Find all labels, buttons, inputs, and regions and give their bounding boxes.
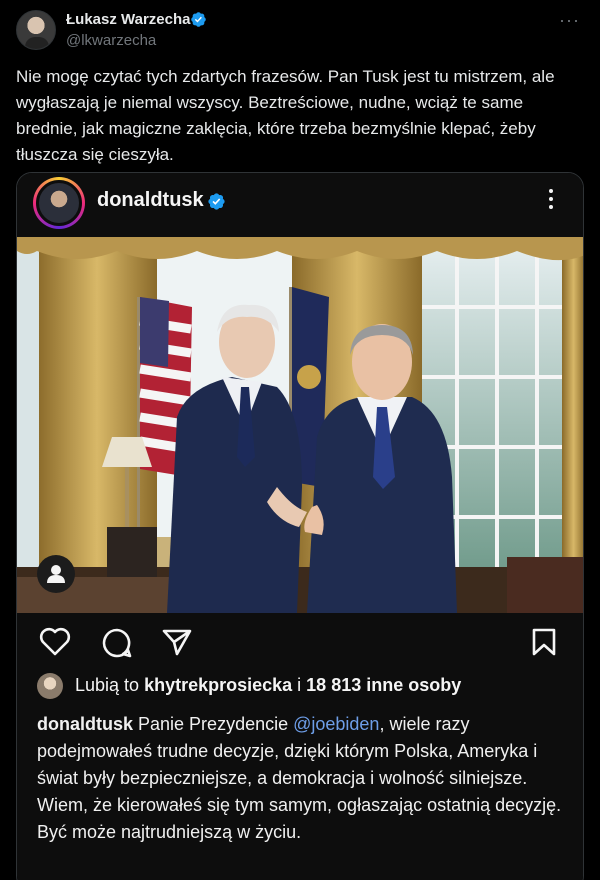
post-author-avatar[interactable]: [33, 177, 85, 229]
likes-suffix: inne osoby: [361, 675, 462, 695]
caption-mention[interactable]: @joebiden: [293, 714, 379, 734]
likes-summary[interactable]: Lubią to khytrekprosiecka i 18 813 inne …: [75, 675, 461, 696]
tweet-text: Nie mogę czytać tych zdartych frazesów. …: [16, 67, 555, 164]
share-icon[interactable]: [161, 627, 193, 657]
post-caption: donaldtusk Panie Prezydencie @joebiden, …: [37, 711, 577, 846]
author-avatar[interactable]: [16, 10, 56, 50]
post-photo[interactable]: [17, 237, 584, 613]
post-header: donaldtusk: [17, 173, 583, 237]
post-options-icon[interactable]: [547, 189, 555, 215]
liker-avatar[interactable]: [37, 673, 63, 699]
likes-row: Lubią to khytrekprosiecka i 18 813 inne …: [17, 669, 583, 709]
embedded-post-card[interactable]: donaldtusk Lubią to khytrekprosiecka i 1…: [16, 172, 584, 880]
user-tag-icon[interactable]: [37, 555, 75, 593]
post-actions: [17, 613, 583, 669]
likes-prefix: Lubią to: [75, 675, 145, 695]
likes-count: 18 813: [306, 675, 362, 695]
verified-badge-icon: [191, 12, 206, 27]
heart-icon[interactable]: [39, 627, 71, 657]
caption-username[interactable]: donaldtusk: [37, 714, 133, 734]
likes-connector: i: [292, 675, 307, 695]
liker-username[interactable]: khytrekprosiecka: [144, 675, 292, 695]
tweet: Łukasz Warzecha @lkwarzecha ··· Nie mogę…: [0, 0, 600, 880]
author-handle[interactable]: @lkwarzecha: [66, 32, 156, 49]
post-username[interactable]: donaldtusk: [97, 189, 204, 212]
author-name[interactable]: Łukasz Warzecha: [66, 11, 191, 28]
verified-badge-icon: [208, 193, 225, 210]
bookmark-icon[interactable]: [531, 627, 557, 657]
comment-icon[interactable]: [101, 627, 133, 659]
caption-text-start: Panie Prezydencie: [133, 714, 294, 734]
more-icon[interactable]: ···: [559, 10, 580, 31]
